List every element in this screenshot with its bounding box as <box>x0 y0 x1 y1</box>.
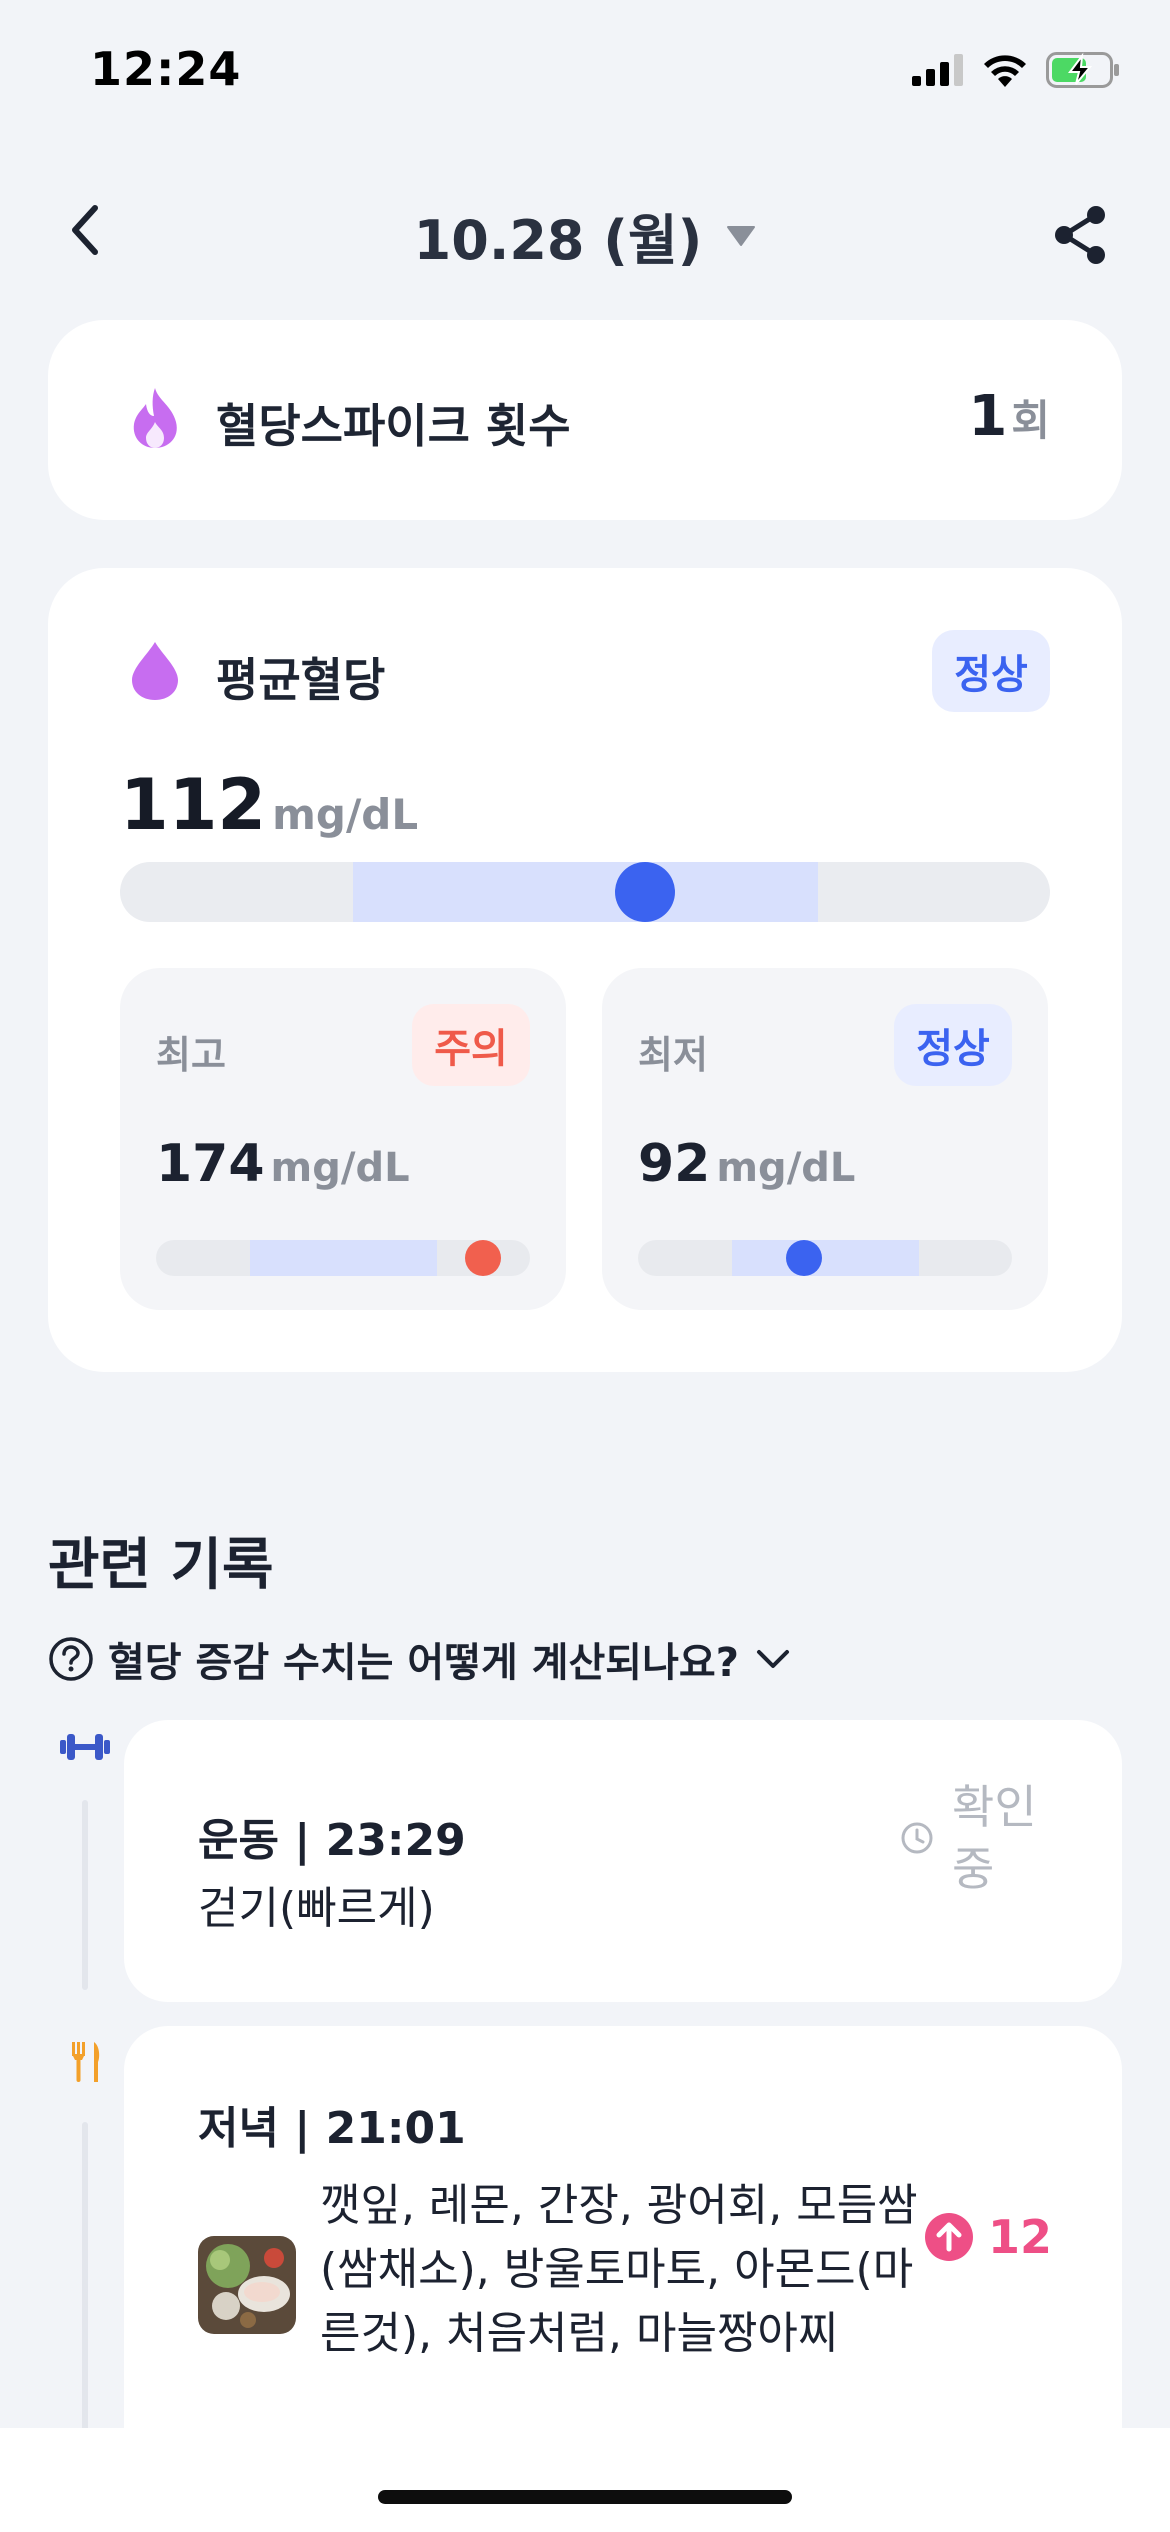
average-value-number: 112 <box>120 764 267 846</box>
drop-icon <box>128 640 182 706</box>
exercise-header: 운동 | 23:29 <box>198 1815 466 1866</box>
average-glucose-card: 평균혈당 정상 112 mg/dL 최고 주의 174 mg/dL 최저 정상 … <box>48 568 1122 1372</box>
dinner-header: 저녁 | 21:01 <box>198 2103 466 2154</box>
average-value: 112 mg/dL <box>120 764 418 846</box>
pending-text: 확인 중 <box>952 1780 1037 1896</box>
min-status-badge: 정상 <box>894 1004 1012 1086</box>
flame-icon <box>128 386 182 454</box>
spike-count-unit: 회 <box>1011 396 1050 445</box>
min-value: 92 mg/dL <box>638 1134 855 1194</box>
question-circle-icon <box>49 1637 93 1681</box>
normal-range <box>249 1240 437 1276</box>
normal-range <box>352 862 818 922</box>
share-icon <box>1055 206 1105 264</box>
dumbbell-icon <box>58 1730 112 1768</box>
status-time: 12:24 <box>90 42 242 96</box>
fork-knife-icon <box>68 2040 104 2088</box>
date-selector[interactable]: 10.28 (월) <box>0 196 1170 275</box>
signal-icon <box>912 54 963 86</box>
timeline-line <box>82 1800 88 1990</box>
max-value-unit: mg/dL <box>270 1145 410 1191</box>
average-gauge <box>120 862 1050 922</box>
average-status-badge: 정상 <box>932 630 1050 712</box>
caret-down-icon <box>727 225 756 246</box>
max-status-badge: 주의 <box>412 1004 530 1086</box>
average-label: 평균혈당 <box>216 653 386 707</box>
max-gauge <box>156 1240 530 1276</box>
spike-count-value: 1 <box>968 384 1008 449</box>
meal-photo <box>198 2236 296 2334</box>
date-label: 10.28 (월) <box>413 209 703 272</box>
status-icons <box>912 52 1120 88</box>
spike-label: 혈당스파이크 횟수 <box>216 399 571 453</box>
clock-icon <box>901 1822 933 1854</box>
home-bar-area <box>0 2428 1170 2532</box>
battery-icon <box>1046 52 1119 88</box>
chevron-down-icon <box>756 1650 789 1668</box>
exercise-detail: 걷기(빠르게) <box>198 1883 435 1934</box>
related-records-title: 관련 기록 <box>48 1533 274 1598</box>
wifi-icon <box>984 55 1026 87</box>
min-label: 최저 <box>638 1033 708 1077</box>
max-glucose-card: 최고 주의 174 mg/dL <box>120 968 566 1310</box>
max-value-number: 174 <box>156 1134 265 1194</box>
glucose-delta-value: 12 <box>987 2210 1052 2264</box>
max-value: 174 mg/dL <box>156 1134 410 1194</box>
max-marker <box>465 1240 502 1276</box>
home-indicator[interactable] <box>378 2490 792 2504</box>
min-glucose-card: 최저 정상 92 mg/dL <box>602 968 1048 1310</box>
max-label: 최고 <box>156 1033 226 1077</box>
arrow-up-circle-icon <box>924 2213 973 2261</box>
min-gauge <box>638 1240 1012 1276</box>
exercise-record-card[interactable]: 운동 | 23:29 걷기(빠르게) 확인 중 <box>124 1720 1122 2002</box>
spike-count: 1 회 <box>968 384 1050 449</box>
glucose-delta: 12 <box>924 2210 1052 2264</box>
share-button[interactable] <box>1040 195 1120 275</box>
spike-count-card[interactable]: 혈당스파이크 횟수 1 회 <box>48 320 1122 520</box>
min-value-unit: mg/dL <box>716 1145 856 1191</box>
timeline-line <box>82 2122 88 2432</box>
calculation-faq-toggle[interactable]: 혈당 증감 수치는 어떻게 계산되나요? <box>48 1630 793 1688</box>
pending-status: 확인 중 <box>900 1776 1042 1900</box>
normal-range <box>731 1240 919 1276</box>
average-value-unit: mg/dL <box>272 790 419 839</box>
min-value-number: 92 <box>638 1134 711 1194</box>
faq-text: 혈당 증감 수치는 어떻게 계산되나요? <box>108 1640 739 1686</box>
meal-items: 깻잎, 레몬, 간장, 광어회, 모듬쌈(쌈채소), 방울토마토, 아몬드(마른… <box>320 2180 918 2359</box>
